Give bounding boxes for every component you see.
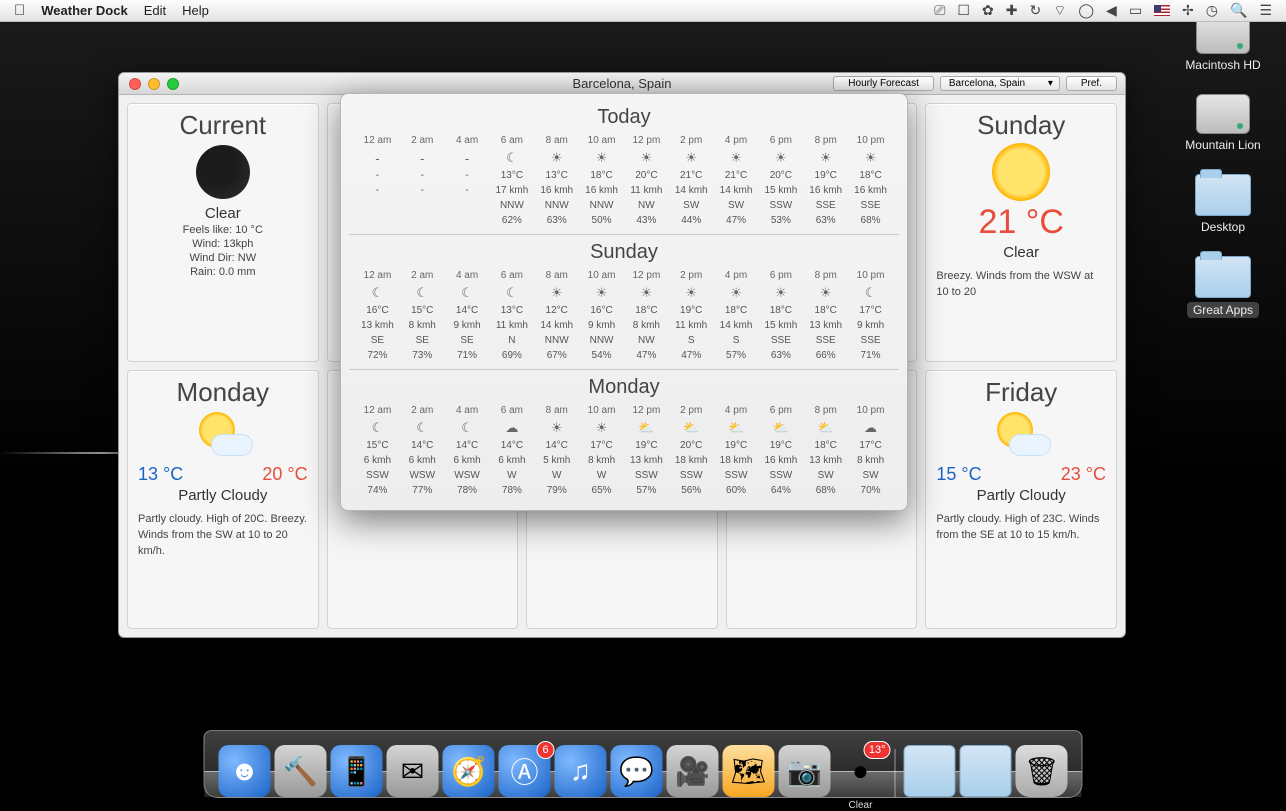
- sun-icon: [992, 143, 1050, 201]
- folder-icon: [1195, 256, 1251, 298]
- desktop-icon-desktop-folder[interactable]: Desktop: [1180, 174, 1266, 234]
- minimize-button[interactable]: [148, 78, 160, 90]
- dock-item-itunes[interactable]: ♫: [555, 745, 607, 797]
- description: Partly cloudy. High of 23C. Winds from t…: [936, 512, 1106, 544]
- temperature: 21 °C: [936, 203, 1106, 242]
- preferences-button[interactable]: Pref.: [1066, 76, 1117, 91]
- dock-item-safari[interactable]: 🧭: [443, 745, 495, 797]
- titlebar: Barcelona, Spain Hourly Forecast Barcelo…: [119, 73, 1125, 95]
- airplay-icon[interactable]: ⎚: [934, 2, 945, 19]
- locate-icon[interactable]: ✢: [1182, 2, 1194, 19]
- dock-item-maps[interactable]: 🗺: [723, 745, 775, 797]
- desktop-icon-great-apps[interactable]: Great Apps: [1180, 256, 1266, 318]
- card-title: Monday: [138, 377, 308, 408]
- hourly-day-title: Monday: [355, 376, 893, 399]
- hd-icon: [1196, 94, 1250, 134]
- hourly-table: 12 am2 am4 am6 am8 am10 am12 pm2 pm4 pm6…: [355, 268, 893, 363]
- desktop-icon-macintosh-hd[interactable]: Macintosh HD: [1180, 14, 1266, 72]
- close-button[interactable]: [129, 78, 141, 90]
- hourly-day-title: Sunday: [355, 241, 893, 264]
- icon-label-selected: Great Apps: [1187, 302, 1259, 318]
- dock-badge: 6: [537, 741, 555, 759]
- card-monday: Monday 13 °C 20 °C Partly Cloudy Partly c…: [127, 370, 319, 629]
- dock-trash[interactable]: 🗑: [1016, 745, 1068, 797]
- card-sunday: Sunday 21 °C Clear Breezy. Winds from th…: [925, 103, 1117, 362]
- dock-badge: 13°: [864, 741, 891, 759]
- hourly-table: 12 am2 am4 am6 am8 am10 am12 pm2 pm4 pm6…: [355, 403, 893, 498]
- menu-help[interactable]: Help: [182, 3, 209, 18]
- partly-cloudy-icon: [191, 410, 255, 458]
- hourly-popover: Today 12 am2 am4 am6 am8 am10 am12 pm2 pm…: [340, 93, 908, 511]
- zoom-button[interactable]: [167, 78, 179, 90]
- partly-cloudy-icon: [989, 410, 1053, 458]
- low-temp: 15 °C: [936, 464, 981, 485]
- clock-icon[interactable]: ◷: [1206, 2, 1218, 19]
- condition-text: Clear: [138, 205, 308, 222]
- input-flag-icon[interactable]: [1154, 5, 1170, 16]
- dropbox-icon[interactable]: ✚: [1006, 2, 1018, 19]
- notifications-icon[interactable]: ☰: [1259, 2, 1272, 19]
- condition-text: Partly Cloudy: [936, 487, 1106, 504]
- card-current: Current Clear Feels like: 10 °C Wind: 13…: [127, 103, 319, 362]
- dock-separator: [895, 749, 896, 797]
- chat-icon[interactable]: ◯: [1078, 2, 1094, 19]
- dock-item-weather-dock[interactable]: ●13°Clear: [835, 745, 887, 797]
- dock-folder-downloads[interactable]: [960, 745, 1012, 797]
- high-temp: 20 °C: [262, 464, 307, 485]
- description: Breezy. Winds from the WSW at 10 to 20: [936, 269, 1106, 301]
- wind-dir: Wind Dir: NW: [138, 252, 308, 264]
- sync-icon[interactable]: ↻: [1029, 2, 1041, 19]
- battery-icon[interactable]: ▭: [1129, 2, 1142, 19]
- moon-icon: [196, 145, 250, 199]
- dock-item-mail[interactable]: ✉: [387, 745, 439, 797]
- menu-edit[interactable]: Edit: [144, 3, 166, 18]
- menubar:  Weather Dock Edit Help ⎚ ☐ ✿ ✚ ↻ ⌔ ◯ ◀…: [0, 0, 1286, 22]
- apple-menu-icon[interactable]: : [14, 2, 25, 19]
- dock-item-messages[interactable]: 💬: [611, 745, 663, 797]
- card-title: Sunday: [936, 110, 1106, 141]
- dock-item-itunes-connect[interactable]: 📱: [331, 745, 383, 797]
- evernote-icon[interactable]: ✿: [982, 2, 994, 19]
- card-title: Friday: [936, 377, 1106, 408]
- condition-text: Clear: [936, 244, 1106, 261]
- inbox-icon[interactable]: ☐: [957, 2, 970, 19]
- app-name[interactable]: Weather Dock: [41, 3, 127, 18]
- hourly-table: 12 am2 am4 am6 am8 am10 am12 pm2 pm4 pm6…: [355, 133, 893, 228]
- dock: ☻🔨📱✉🧭Ⓐ6♫💬🎥🗺📷●13°Clear 🗑: [204, 730, 1083, 798]
- dock-item-facetime[interactable]: 🎥: [667, 745, 719, 797]
- high-temp: 23 °C: [1061, 464, 1106, 485]
- dock-label: Clear: [849, 800, 873, 811]
- rain: Rain: 0.0 mm: [138, 266, 308, 278]
- wind: Wind: 13kph: [138, 238, 308, 250]
- dock-folder-documents[interactable]: [904, 745, 956, 797]
- card-title: Current: [138, 110, 308, 141]
- low-temp: 13 °C: [138, 464, 183, 485]
- icon-label: Desktop: [1201, 220, 1245, 234]
- dock-item-finder[interactable]: ☻: [219, 745, 271, 797]
- feels-like: Feels like: 10 °C: [138, 224, 308, 236]
- location-select[interactable]: Barcelona, Spain: [940, 76, 1060, 91]
- card-friday: Friday 15 °C 23 °C Partly Cloudy Partly c…: [925, 370, 1117, 629]
- desktop-icons: Macintosh HD Mountain Lion Desktop Great…: [1180, 14, 1266, 318]
- condition-text: Partly Cloudy: [138, 487, 308, 504]
- icon-label: Macintosh HD: [1185, 58, 1260, 72]
- dock-item-app-store[interactable]: Ⓐ6: [499, 745, 551, 797]
- hourly-forecast-button[interactable]: Hourly Forecast: [833, 76, 934, 91]
- wifi-icon[interactable]: ⌔: [1053, 2, 1066, 20]
- folder-icon: [1195, 174, 1251, 216]
- dock-item-photo-booth[interactable]: 📷: [779, 745, 831, 797]
- volume-icon[interactable]: ◀: [1106, 2, 1117, 19]
- desktop-icon-mountain-lion[interactable]: Mountain Lion: [1180, 94, 1266, 152]
- spotlight-icon[interactable]: 🔍: [1230, 2, 1247, 19]
- hourly-day-title: Today: [355, 106, 893, 129]
- description: Partly cloudy. High of 20C. Breezy. Wind…: [138, 512, 308, 560]
- dock-item-xcode[interactable]: 🔨: [275, 745, 327, 797]
- icon-label: Mountain Lion: [1185, 138, 1260, 152]
